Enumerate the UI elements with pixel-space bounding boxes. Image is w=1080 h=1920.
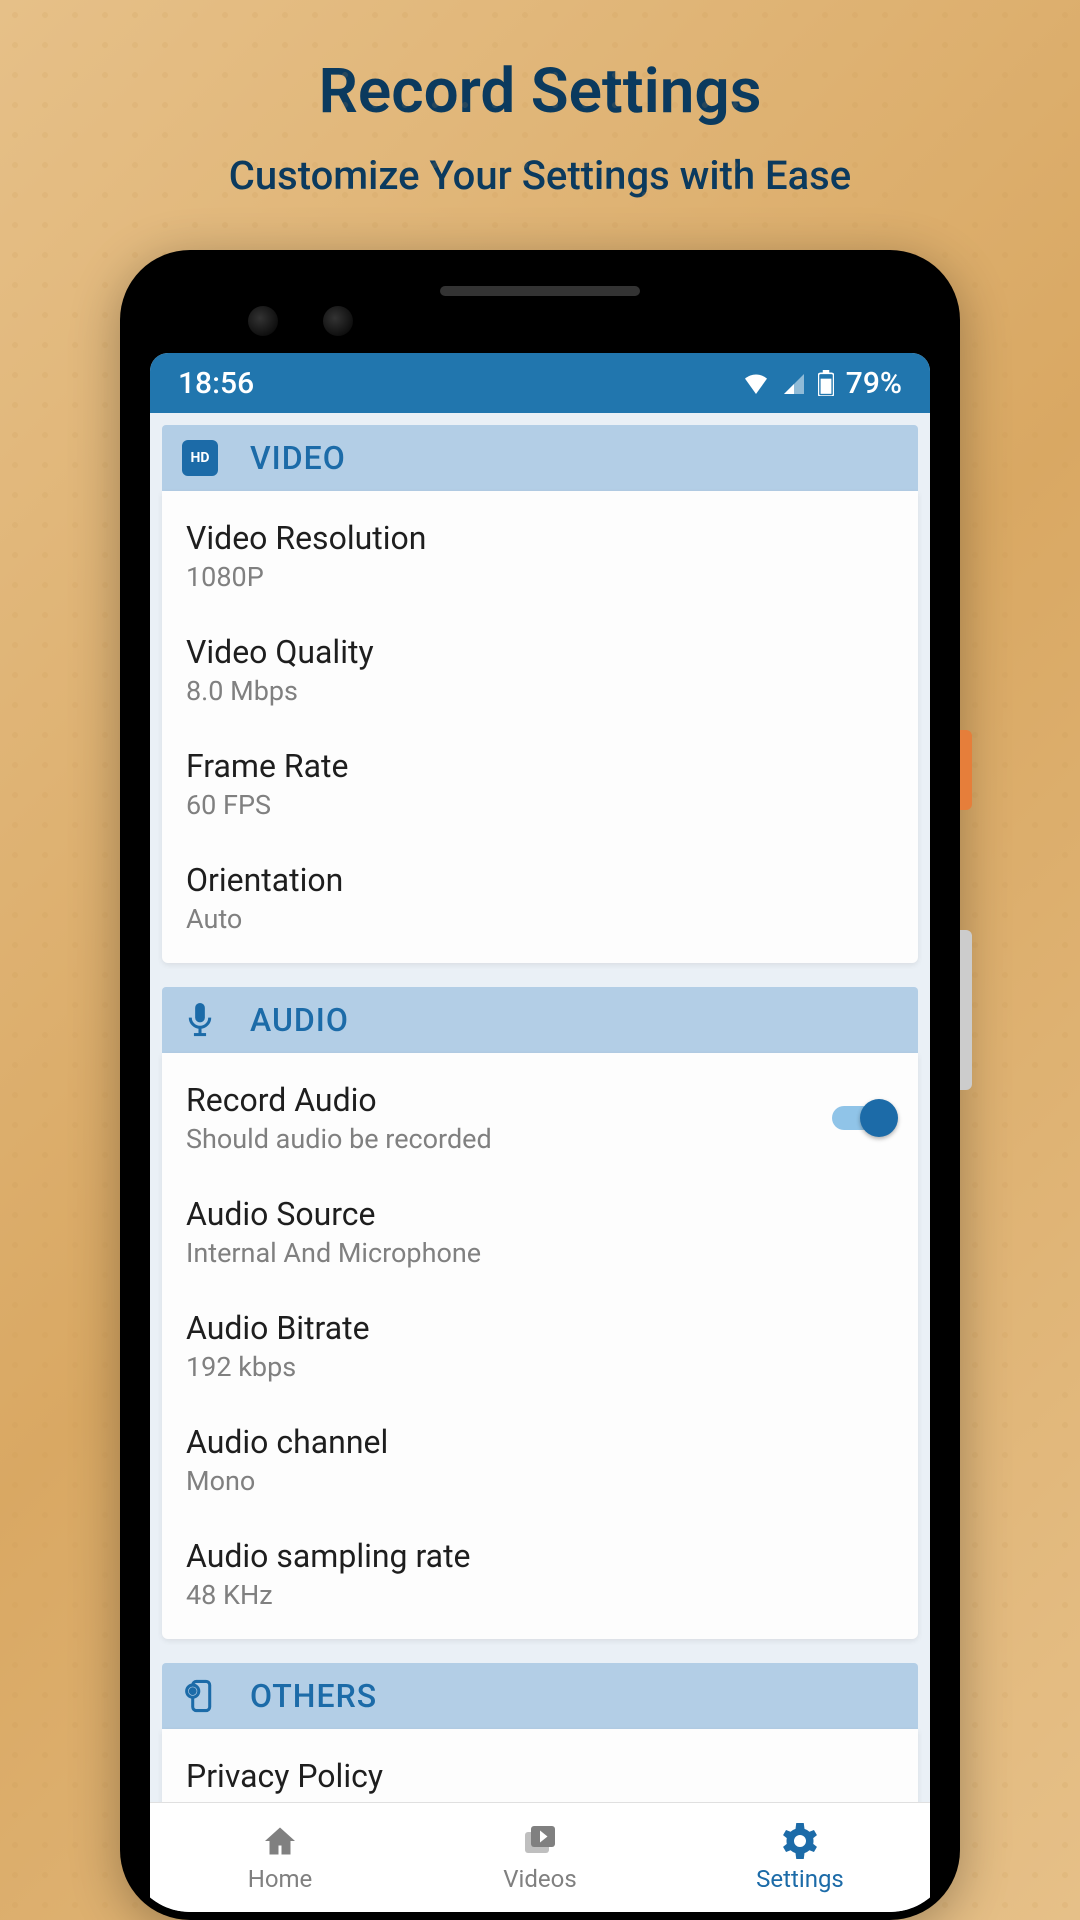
setting-video-resolution[interactable]: Video Resolution 1080P: [162, 499, 918, 613]
record-audio-toggle[interactable]: [832, 1106, 894, 1130]
nav-videos[interactable]: Videos: [410, 1803, 670, 1912]
gear-phone-icon: [185, 1679, 215, 1713]
setting-orientation[interactable]: Orientation Auto: [162, 841, 918, 955]
setting-title: Record Audio: [186, 1081, 832, 1119]
setting-title: Frame Rate: [186, 747, 894, 785]
setting-value: Internal And Microphone: [186, 1237, 894, 1269]
setting-frame-rate[interactable]: Frame Rate 60 FPS: [162, 727, 918, 841]
setting-title: Video Resolution: [186, 519, 894, 557]
setting-value: Auto: [186, 903, 894, 935]
setting-value: 48 KHz: [186, 1579, 894, 1611]
setting-title: Audio sampling rate: [186, 1537, 894, 1575]
setting-value: 60 FPS: [186, 789, 894, 821]
nav-home[interactable]: Home: [150, 1803, 410, 1912]
nav-label: Home: [248, 1865, 313, 1893]
setting-title: Audio Source: [186, 1195, 894, 1233]
gear-icon: [781, 1823, 819, 1859]
setting-value: Should audio be recorded: [186, 1123, 832, 1155]
setting-audio-bitrate[interactable]: Audio Bitrate 192 kbps: [162, 1289, 918, 1403]
section-header-audio: AUDIO: [162, 987, 918, 1053]
setting-audio-channel[interactable]: Audio channel Mono: [162, 1403, 918, 1517]
section-label: OTHERS: [250, 1677, 377, 1715]
setting-title: Privacy Policy: [186, 1757, 894, 1795]
hd-icon: HD: [182, 440, 218, 476]
section-label: VIDEO: [250, 439, 346, 477]
wifi-icon: [742, 372, 770, 394]
section-label: AUDIO: [250, 1001, 349, 1039]
setting-video-quality[interactable]: Video Quality 8.0 Mbps: [162, 613, 918, 727]
setting-value: 192 kbps: [186, 1351, 894, 1383]
setting-value: 8.0 Mbps: [186, 675, 894, 707]
setting-value: Mono: [186, 1465, 894, 1497]
nav-label: Settings: [756, 1865, 844, 1893]
battery-icon: [818, 370, 834, 396]
page-subtitle: Customize Your Settings with Ease: [0, 152, 1080, 199]
setting-title: Audio Bitrate: [186, 1309, 894, 1347]
status-bar: 18:56 79%: [150, 353, 930, 413]
setting-value: 1080P: [186, 561, 894, 593]
nav-settings[interactable]: Settings: [670, 1803, 930, 1912]
setting-audio-sampling-rate[interactable]: Audio sampling rate 48 KHz: [162, 1517, 918, 1631]
setting-record-audio[interactable]: Record Audio Should audio be recorded: [162, 1061, 918, 1175]
setting-title: Audio channel: [186, 1423, 894, 1461]
phone-mockup: 18:56 79% HD VIDEO Video Reso: [120, 250, 960, 1920]
status-time: 18:56: [178, 366, 254, 401]
setting-title: Orientation: [186, 861, 894, 899]
nav-label: Videos: [503, 1865, 576, 1893]
status-battery-pct: 79%: [846, 366, 902, 401]
videos-icon: [521, 1823, 559, 1859]
signal-icon: [782, 372, 806, 394]
setting-privacy-policy[interactable]: Privacy Policy See the privacy policy fo…: [162, 1737, 918, 1802]
setting-audio-source[interactable]: Audio Source Internal And Microphone: [162, 1175, 918, 1289]
home-icon: [261, 1823, 299, 1859]
page-title: Record Settings: [0, 0, 1080, 128]
section-header-video: HD VIDEO: [162, 425, 918, 491]
section-header-others: OTHERS: [162, 1663, 918, 1729]
microphone-icon: [185, 1003, 215, 1037]
bottom-nav: Home Videos Settings: [150, 1802, 930, 1912]
setting-title: Video Quality: [186, 633, 894, 671]
